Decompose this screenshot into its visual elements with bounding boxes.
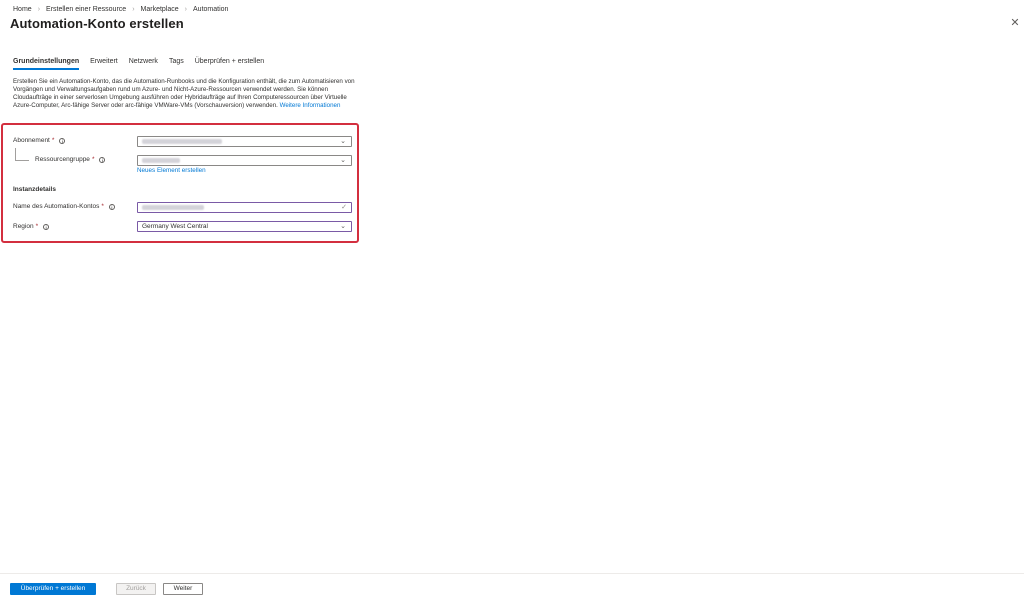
required-marker: * xyxy=(51,137,55,144)
info-icon[interactable]: i xyxy=(99,156,106,163)
region-value: Germany West Central xyxy=(142,223,208,230)
tab-netzwerk[interactable]: Netzwerk xyxy=(129,58,158,70)
chevron-right-icon: › xyxy=(132,5,135,13)
required-marker: * xyxy=(91,156,95,163)
footer-bar: Überprüfen + erstellen Zurück Weiter xyxy=(0,573,1024,604)
tab-erweitert[interactable]: Erweitert xyxy=(90,58,118,70)
tab-bar: Grundeinstellungen Erweitert Netzwerk Ta… xyxy=(13,58,275,70)
required-marker: * xyxy=(101,203,104,210)
chevron-down-icon: ⌄ xyxy=(340,223,346,230)
resource-group-label: Ressourcengruppe * i xyxy=(35,156,106,163)
review-create-button[interactable]: Überprüfen + erstellen xyxy=(10,583,96,595)
create-new-link[interactable]: Neues Element erstellen xyxy=(137,167,206,174)
subscription-label: Abonnement * i xyxy=(13,137,66,144)
redacted-value xyxy=(142,205,204,210)
redacted-value xyxy=(142,158,180,163)
breadcrumb-home[interactable]: Home xyxy=(13,6,32,13)
close-icon[interactable]: ✕ xyxy=(1009,17,1021,29)
back-button[interactable]: Zurück xyxy=(116,583,156,595)
resource-group-label-text: Ressourcengruppe xyxy=(35,156,90,163)
resource-group-dropdown[interactable]: ⌄ xyxy=(137,155,352,166)
tree-connector xyxy=(15,148,16,160)
intro-text: Erstellen Sie ein Automation-Konto, das … xyxy=(13,78,358,110)
required-marker: * xyxy=(35,223,39,230)
region-dropdown[interactable]: Germany West Central ⌄ xyxy=(137,221,352,232)
chevron-down-icon: ⌄ xyxy=(340,138,346,145)
section-heading-instance: Instanzdetails xyxy=(13,186,56,193)
tab-tags[interactable]: Tags xyxy=(169,58,184,70)
info-icon[interactable]: i xyxy=(59,137,66,144)
more-options-icon[interactable]: ··· xyxy=(171,20,182,29)
learn-more-link[interactable]: Weitere Informationen xyxy=(280,102,341,109)
chevron-right-icon: › xyxy=(37,5,41,13)
info-icon[interactable]: i xyxy=(43,223,50,230)
breadcrumb-create-resource[interactable]: Erstellen einer Ressource xyxy=(46,6,126,13)
tree-connector xyxy=(15,160,29,161)
chevron-down-icon: ⌄ xyxy=(340,157,346,164)
region-label: Region * i xyxy=(13,223,50,230)
account-name-label-text: Name des Automation-Kontos xyxy=(13,203,100,210)
breadcrumb: Home › Erstellen einer Ressource › Marke… xyxy=(13,4,228,14)
subscription-label-text: Abonnement xyxy=(13,137,50,144)
check-icon: ✓ xyxy=(341,204,347,211)
tab-grundeinstellungen[interactable]: Grundeinstellungen xyxy=(13,58,80,70)
chevron-right-icon: › xyxy=(184,5,188,13)
breadcrumb-marketplace[interactable]: Marketplace xyxy=(141,6,179,13)
account-name-label: Name des Automation-Kontos * i xyxy=(13,203,115,210)
breadcrumb-automation[interactable]: Automation xyxy=(193,6,228,13)
next-button[interactable]: Weiter xyxy=(163,583,203,595)
page-title: Automation-Konto erstellen xyxy=(10,16,184,31)
tab-review-create[interactable]: Überprüfen + erstellen xyxy=(195,58,264,70)
account-name-input[interactable]: ✓ xyxy=(137,202,352,213)
redacted-value xyxy=(142,139,222,144)
region-label-text: Region xyxy=(13,223,34,230)
subscription-dropdown[interactable]: ⌄ xyxy=(137,136,352,147)
info-icon[interactable]: i xyxy=(108,203,115,210)
